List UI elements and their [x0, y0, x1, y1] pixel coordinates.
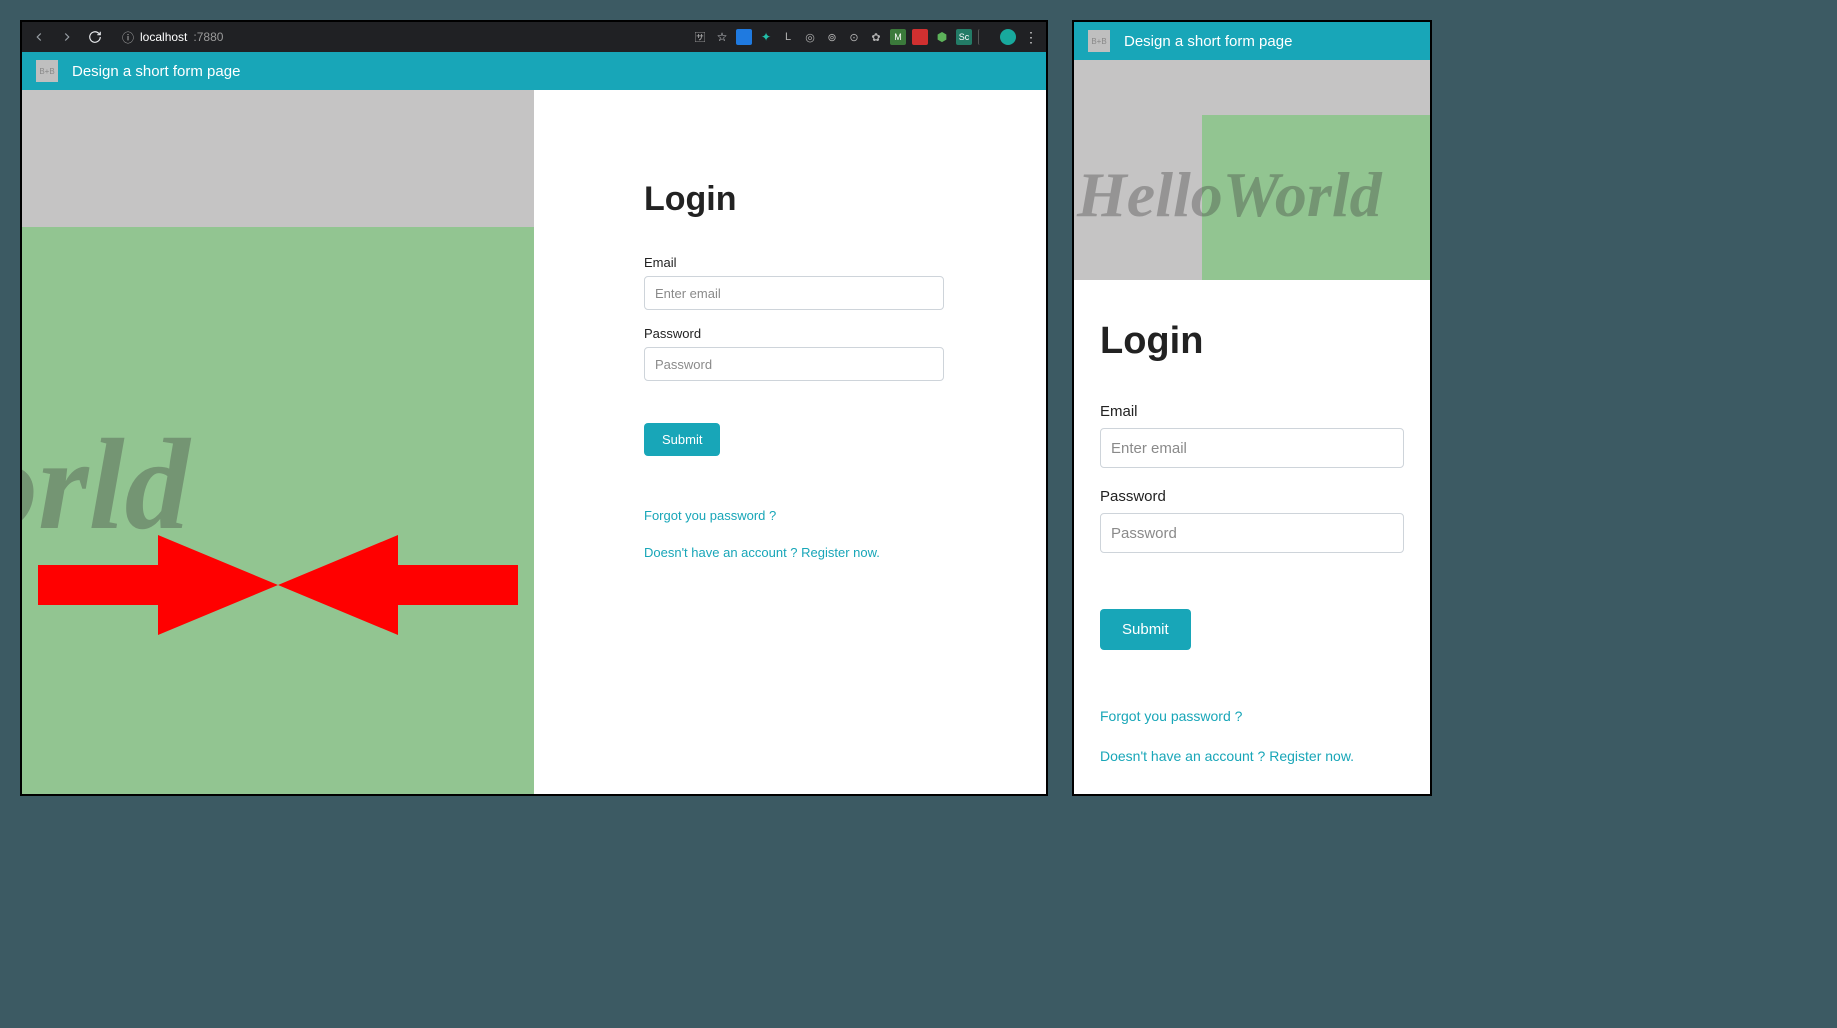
app-title: Design a short form page — [1124, 33, 1292, 50]
forgot-password-link[interactable]: Forgot you password ? — [1100, 708, 1404, 724]
password-label: Password — [1100, 488, 1404, 505]
extension-icon[interactable]: ✿ — [868, 29, 884, 45]
url-path: :7880 — [193, 30, 223, 44]
back-button[interactable] — [28, 26, 50, 48]
browser-chrome-bar: ⓘ localhost:7880 🈂 ☆ ✦ L ◎ ⊚ ⊙ ✿ M ⬢ Sc … — [22, 22, 1046, 52]
hero-text: HelloWorld — [1077, 158, 1382, 232]
hero-panel: oWorld — [22, 90, 534, 794]
register-link[interactable]: Doesn't have an account ? Register now. — [644, 545, 986, 560]
app-header: B+B Design a short form page — [1074, 22, 1430, 60]
extension-icon[interactable]: M — [890, 29, 906, 45]
email-label: Email — [1100, 403, 1404, 420]
extension-icon[interactable] — [736, 29, 752, 45]
divider — [978, 29, 994, 45]
url-bar[interactable]: ⓘ localhost :7880 — [112, 26, 233, 48]
app-header: B+B Design a short form page — [22, 52, 1046, 90]
profile-avatar-icon[interactable] — [1000, 29, 1016, 45]
site-info-icon[interactable]: ⓘ — [122, 29, 134, 46]
bookmark-icon[interactable]: ☆ — [714, 29, 730, 45]
app-logo-icon: B+B — [36, 60, 58, 82]
extension-icon[interactable]: ◎ — [802, 29, 818, 45]
login-form-panel: Login Email Password Submit Forgot you p… — [1074, 280, 1430, 794]
browser-menu-icon[interactable]: ⋮ — [1022, 29, 1040, 46]
email-label: Email — [644, 255, 986, 270]
submit-button[interactable]: Submit — [644, 423, 720, 456]
hero-text: oWorld — [22, 410, 190, 560]
login-form-panel: Login Email Password Submit Forgot you p… — [534, 90, 1046, 794]
extension-icon[interactable]: Sc — [956, 29, 972, 45]
submit-button[interactable]: Submit — [1100, 609, 1191, 650]
extension-icon[interactable]: ⊚ — [824, 29, 840, 45]
app-body: oWorld Login Email Password Submit Forgo… — [22, 90, 1046, 794]
form-title: Login — [1100, 320, 1404, 363]
url-host: localhost — [140, 30, 187, 44]
email-input[interactable] — [644, 276, 944, 310]
password-label: Password — [644, 326, 986, 341]
password-input[interactable] — [1100, 513, 1404, 553]
extension-icon[interactable]: ⊙ — [846, 29, 862, 45]
register-link[interactable]: Doesn't have an account ? Register now. — [1100, 748, 1404, 764]
browser-window-mobile: B+B Design a short form page HelloWorld … — [1072, 20, 1432, 796]
translate-icon[interactable]: 🈂 — [692, 29, 708, 45]
app-title: Design a short form page — [72, 63, 240, 80]
password-input[interactable] — [644, 347, 944, 381]
extension-icon[interactable]: ⬢ — [934, 29, 950, 45]
browser-window-desktop: ⓘ localhost:7880 🈂 ☆ ✦ L ◎ ⊚ ⊙ ✿ M ⬢ Sc … — [20, 20, 1048, 796]
extension-icon[interactable]: ✦ — [758, 29, 774, 45]
form-title: Login — [644, 180, 986, 219]
forward-button[interactable] — [56, 26, 78, 48]
hero-panel: HelloWorld — [1074, 60, 1430, 280]
reload-button[interactable] — [84, 26, 106, 48]
app-logo-icon: B+B — [1088, 30, 1110, 52]
forgot-password-link[interactable]: Forgot you password ? — [644, 508, 986, 523]
extension-icon[interactable]: L — [780, 29, 796, 45]
app-body: HelloWorld Login Email Password Submit F… — [1074, 60, 1430, 794]
email-input[interactable] — [1100, 428, 1404, 468]
extension-icon[interactable] — [912, 29, 928, 45]
